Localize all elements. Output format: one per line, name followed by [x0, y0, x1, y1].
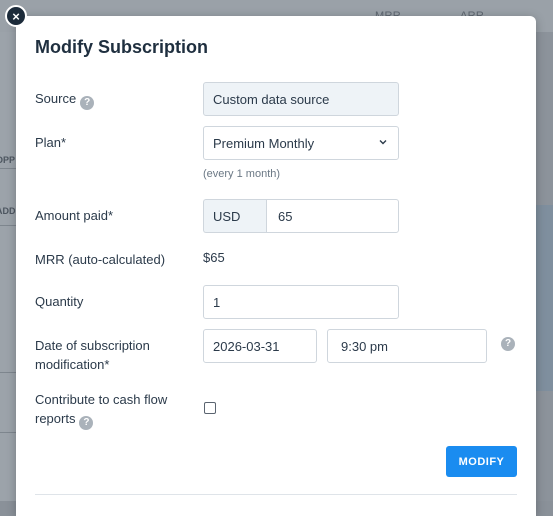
cash-flow-label: Contribute to cash flow reports?: [35, 392, 168, 430]
modify-subscription-modal: Modify Subscription Source? Custom data …: [16, 16, 536, 516]
time-input[interactable]: 9:30 pm: [327, 329, 487, 363]
help-icon[interactable]: ?: [79, 416, 94, 430]
chevron-down-icon: [379, 140, 387, 145]
cash-flow-checkbox[interactable]: [204, 402, 216, 414]
bg-divider: [0, 432, 16, 433]
plan-label: Plan*: [35, 135, 67, 150]
bg-divider: [0, 372, 16, 373]
bg-right-highlight: [535, 205, 553, 391]
bg-tag-opp: OPP: [0, 155, 16, 165]
plan-select[interactable]: Premium Monthly: [203, 126, 399, 160]
mrr-value: $65: [203, 250, 225, 265]
date-input[interactable]: 2026-03-31: [203, 329, 317, 363]
quantity-label: Quantity: [35, 294, 84, 309]
bg-divider: [0, 168, 16, 169]
help-icon[interactable]: ?: [501, 337, 515, 351]
bg-left-strip: [0, 32, 16, 501]
quantity-input[interactable]: 1: [203, 285, 399, 319]
mrr-label: MRR (auto-calculated): [35, 252, 166, 267]
close-button[interactable]: ×: [5, 5, 27, 27]
date-label: Date of subscription modification*: [35, 338, 150, 372]
help-icon[interactable]: ?: [80, 96, 95, 110]
bg-divider: [0, 225, 16, 226]
modal-title: Modify Subscription: [35, 37, 208, 57]
source-field: Custom data source: [203, 82, 399, 116]
currency-select[interactable]: USD: [203, 199, 267, 233]
source-label: Source?: [35, 89, 95, 110]
close-icon: ×: [12, 8, 20, 24]
footer-divider: [35, 494, 517, 495]
bg-tag-add: ADD: [0, 206, 16, 216]
plan-interval-hint: (every 1 month): [203, 168, 281, 180]
amount-input[interactable]: 65: [266, 199, 399, 233]
modify-button[interactable]: MODIFY: [446, 446, 517, 477]
amount-label: Amount paid*: [35, 208, 114, 223]
